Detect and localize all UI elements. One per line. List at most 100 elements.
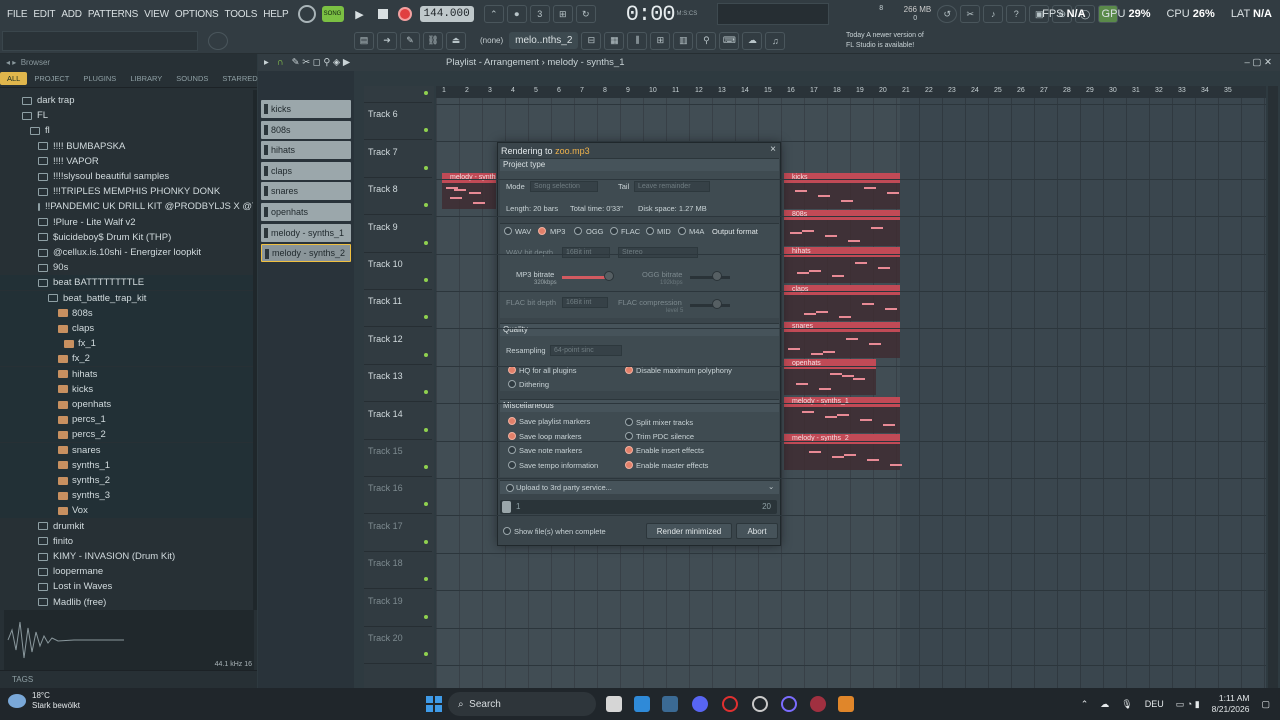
menu-tools[interactable]: TOOLS [221, 9, 260, 20]
save-tempo-info-check[interactable] [508, 461, 516, 469]
arrow-right-icon[interactable]: ➜ [377, 31, 397, 50]
clock[interactable]: 1:11 AM 8/21/2026 [1212, 693, 1250, 715]
file-item[interactable]: 808s [0, 305, 254, 321]
notification-icon[interactable]: ▢ [1261, 699, 1270, 710]
pencil-icon[interactable]: ✎ [400, 31, 420, 50]
track-header[interactable]: Track 10 [364, 253, 432, 290]
file-item[interactable]: synths_1 [0, 457, 254, 473]
folder-item[interactable]: !!!TRIPLES MEMPHIS PHONKY DONK [0, 184, 254, 199]
settings-app-icon[interactable] [752, 696, 768, 712]
folder-item[interactable]: Madlib (free) [0, 595, 254, 610]
track-mute-led[interactable] [424, 427, 428, 432]
folder-item[interactable]: fl [0, 123, 254, 138]
menu-patterns[interactable]: PATTERNS [85, 9, 141, 20]
split-mixer-tracks-check[interactable] [625, 418, 633, 426]
track-header[interactable]: Track 13 [364, 365, 432, 403]
link-icon[interactable]: ⛓ [423, 31, 443, 50]
playlist-clip[interactable]: hihats [784, 247, 900, 257]
folder-item[interactable]: Lost in Waves [0, 579, 254, 594]
track-header[interactable]: Track 15 [364, 440, 432, 477]
save-loop-markers-check[interactable] [508, 432, 516, 440]
folder-item[interactable]: beat_battle_trap_kit [0, 290, 254, 306]
file-item[interactable]: percs_1 [0, 412, 254, 428]
track-mute-led[interactable] [424, 91, 428, 95]
track-mute-led[interactable] [424, 652, 428, 656]
folder-item[interactable]: loopermane [0, 564, 254, 579]
pattern-item[interactable]: melody - synths_1 [261, 223, 351, 242]
range-thumb[interactable] [502, 501, 511, 513]
fl-studio-icon[interactable] [838, 696, 854, 712]
pattern-mode-icon[interactable] [297, 5, 316, 23]
opera-icon[interactable] [722, 696, 738, 712]
touch-keyboard-icon[interactable]: ⌨ [719, 31, 740, 50]
snap-selector[interactable]: (none) [480, 36, 503, 45]
window-controls-icon[interactable]: ‒ ▢ ✕ [1245, 57, 1273, 68]
piano-roll-icon[interactable]: ⊟ [581, 31, 602, 50]
file-item[interactable]: fx_2 [0, 351, 254, 367]
browser-scrollbar[interactable] [253, 90, 257, 610]
folder-item[interactable]: 90s [0, 260, 254, 275]
metronome-icon[interactable]: ⌃ [483, 5, 504, 23]
folder-item[interactable]: @cellux.is.10shi - Energizer loopkit [0, 245, 254, 260]
language-indicator[interactable]: DEU [1145, 699, 1164, 709]
track-header[interactable]: Track 17 [364, 515, 432, 552]
track-header[interactable]: Track 9 [364, 216, 432, 253]
track-header[interactable]: Track 11 [364, 290, 432, 328]
file-item[interactable]: percs_2 [0, 427, 254, 443]
track-header[interactable]: Track 7 [364, 141, 432, 178]
chevron-down-icon[interactable]: ⌄ [768, 482, 774, 491]
news-panel[interactable]: Today A newer version of FL Studio is av… [846, 31, 924, 51]
m4a-radio[interactable] [678, 227, 686, 235]
windows-start-icon[interactable] [426, 696, 442, 712]
file-item[interactable]: synths_3 [0, 488, 254, 504]
track-header[interactable]: Track 18 [364, 552, 432, 590]
tab-library[interactable]: LIBRARY [123, 72, 169, 85]
track-mute-led[interactable] [424, 203, 428, 208]
track-header[interactable]: Track 16 [364, 477, 432, 515]
magnet-icon[interactable]: ∩ [277, 57, 284, 68]
close-icon[interactable]: × [770, 144, 776, 155]
record-button[interactable] [397, 7, 412, 21]
resampling-field[interactable]: 64-point sinc [550, 345, 622, 356]
track-header[interactable]: Track 6 [364, 103, 432, 141]
tab-plugins[interactable]: PLUGINS [76, 72, 123, 85]
menu-options[interactable]: OPTIONS [172, 9, 222, 20]
mp3-bitrate-knob[interactable] [604, 271, 614, 281]
pattern-selector[interactable]: melo..nths_2 [509, 32, 579, 49]
folder-item[interactable]: drumkit [0, 519, 254, 534]
pattern-item[interactable]: snares [261, 182, 351, 201]
track-mute-led[interactable] [424, 502, 428, 507]
mixer-icon[interactable]: ✂ [960, 5, 981, 23]
countdown-icon[interactable]: 3 [529, 5, 550, 23]
folder-item[interactable]: !!!! VAPOR [0, 154, 254, 169]
file-item[interactable]: openhats [0, 397, 254, 412]
track-header[interactable]: Track 20 [364, 627, 432, 664]
playlist-clip[interactable]: openhats [784, 359, 876, 369]
wifi-speaker-battery-icon[interactable]: ▭ ◔ ▮ [1176, 699, 1200, 710]
network-app-icon[interactable]: ☁ [1100, 699, 1109, 710]
file-item[interactable]: Vox [0, 503, 254, 519]
plugin-icon[interactable]: ⚲ [696, 31, 717, 50]
track-mute-led[interactable] [424, 614, 428, 619]
stereo-field[interactable]: Stereo [618, 247, 698, 258]
menu-edit[interactable]: EDIT [30, 9, 58, 20]
clip-body[interactable] [784, 257, 900, 283]
file-item[interactable]: kicks [0, 381, 254, 397]
dithering-check[interactable] [508, 380, 516, 388]
folder-item[interactable]: dark trap [0, 93, 254, 108]
file-item[interactable]: fx_1 [0, 336, 254, 352]
master-volume-knob[interactable] [208, 31, 228, 50]
playlist-clip[interactable]: melody - synths_1 [784, 397, 900, 407]
ogg-bitrate-slider[interactable] [690, 276, 730, 279]
ogg-bitrate-knob[interactable] [712, 271, 722, 281]
folder-item[interactable]: $uicideboy$ Drum Kit (THP) [0, 230, 254, 245]
folder-item[interactable]: !Plure - Lite Walf v2 [0, 215, 254, 230]
clip-body[interactable] [784, 332, 900, 358]
track-header[interactable]: Track 14 [364, 403, 432, 440]
playlist-clip[interactable]: claps [784, 285, 900, 295]
folder-item[interactable]: FL [0, 108, 254, 123]
playlist-icon[interactable]: ▤ [354, 31, 374, 50]
save-note-markers-check[interactable] [508, 446, 516, 454]
render-range-slider[interactable]: 1 20 [500, 500, 777, 514]
show-files-check[interactable] [503, 527, 511, 535]
